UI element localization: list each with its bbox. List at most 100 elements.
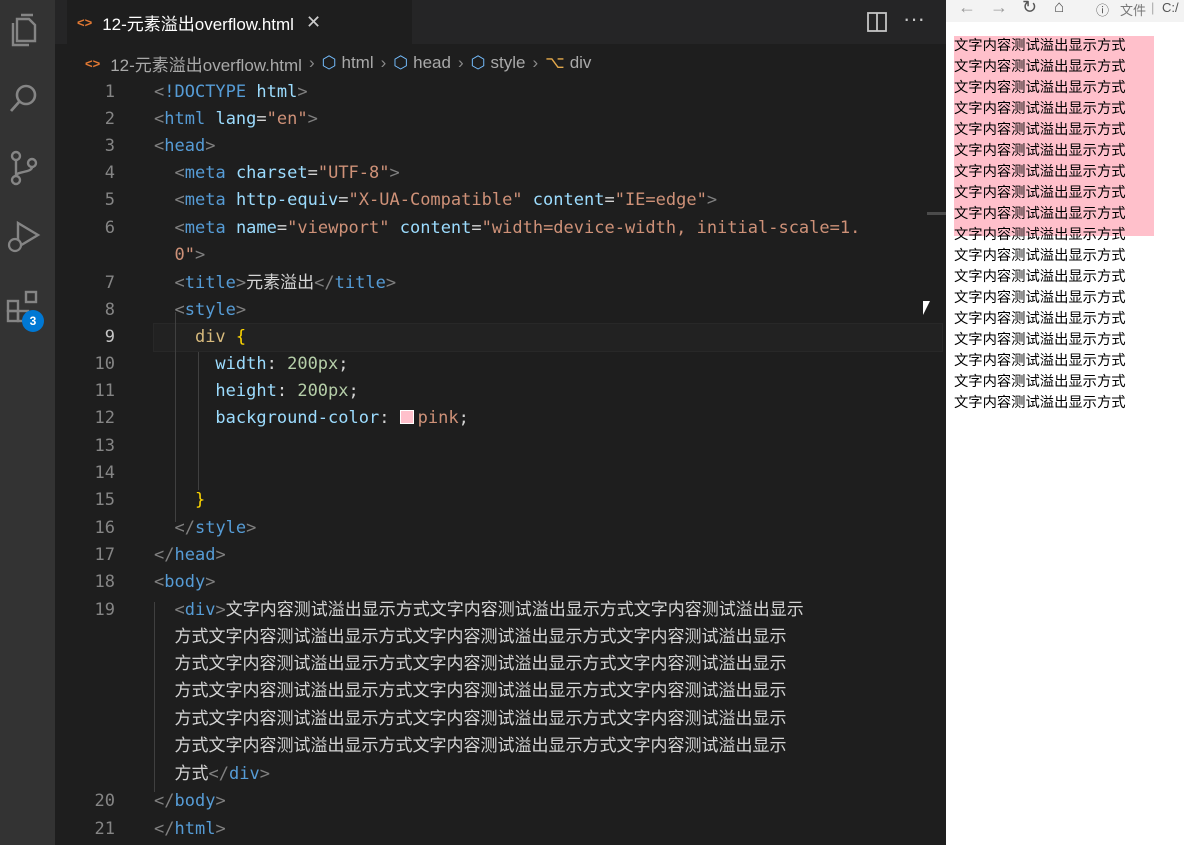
chevron-right-icon: › (308, 53, 315, 72)
element-icon: ⬡ (321, 53, 337, 72)
element-icon: ⬡ (470, 53, 486, 72)
split-editor-icon[interactable] (867, 12, 887, 37)
code-line: <meta name="viewport" content="width=dev… (174, 218, 861, 238)
code-line: <head> (154, 136, 216, 156)
overflow-text-line: 文字内容测试溢出显示方式 (954, 59, 1126, 75)
line-number: 14 (94, 463, 115, 483)
line-number: 16 (94, 518, 115, 538)
explorer-icon[interactable] (4, 10, 44, 50)
overflow-text-line: 文字内容测试溢出显示方式 (954, 101, 1126, 117)
breadcrumb-item-style[interactable]: style (490, 53, 525, 73)
line-number: 13 (94, 436, 115, 456)
line-number: 19 (94, 600, 115, 620)
code-line: <title>元素溢出</title> (174, 273, 397, 293)
overflow-text-line: 文字内容测试溢出显示方式 (954, 206, 1126, 222)
line-number: 3 (104, 136, 115, 156)
more-actions-icon[interactable]: ··· (903, 6, 925, 32)
code-line: 方式文字内容测试溢出显示方式文字内容测试溢出显示方式文字内容测试溢出显示 (174, 709, 787, 729)
chevron-right-icon: › (380, 53, 387, 72)
color-swatch-icon[interactable] (399, 410, 414, 424)
code-line: } (194, 490, 206, 510)
overflow-text-line: 文字内容测试溢出显示方式 (954, 164, 1126, 180)
overflow-text-line: 文字内容测试溢出显示方式 (954, 143, 1126, 159)
line-number: 8 (104, 300, 115, 320)
search-icon[interactable] (4, 78, 44, 118)
run-debug-icon[interactable] (4, 216, 44, 256)
chevron-right-icon: › (457, 53, 464, 72)
overflow-text-line: 文字内容测试溢出显示方式 (954, 227, 1126, 243)
code-line: 方式文字内容测试溢出显示方式文字内容测试溢出显示方式文字内容测试溢出显示 (174, 654, 787, 674)
overflow-text-line: 文字内容测试溢出显示方式 (954, 353, 1126, 369)
code-line: <html lang="en"> (154, 109, 318, 129)
line-number: 11 (94, 381, 115, 401)
line-number: 1 (104, 82, 115, 102)
html-file-icon: <> (85, 55, 101, 71)
overflow-text-line: 文字内容测试溢出显示方式 (954, 290, 1126, 306)
line-number: 7 (104, 273, 115, 293)
pink-div-box: 文字内容测试溢出显示方式 文字内容测试溢出显示方式 文字内容测试溢出显示方式 文… (954, 36, 1154, 411)
code-line: </body> (154, 791, 226, 811)
source-control-icon[interactable] (4, 148, 44, 188)
editor-tab[interactable]: <> 12-元素溢出overflow.html ✕ (67, 0, 412, 44)
selector-icon: ⌥ (545, 53, 565, 72)
line-number: 18 (94, 572, 115, 592)
line-number: 6 (104, 218, 115, 238)
overflow-text-line: 文字内容测试溢出显示方式 (954, 269, 1126, 285)
code-line: </style> (174, 518, 257, 538)
line-number: 9 (104, 327, 115, 347)
chevron-right-icon: › (532, 53, 539, 72)
breadcrumb-item-head[interactable]: head (413, 53, 451, 73)
code-line: <div>文字内容测试溢出显示方式文字内容测试溢出显示方式文字内容测试溢出显示 (174, 600, 804, 620)
code-line: <meta charset="UTF-8"> (174, 163, 400, 183)
line-number: 20 (94, 791, 115, 811)
code-line: <body> (154, 572, 216, 592)
close-icon[interactable]: ✕ (306, 12, 321, 33)
code-line: <!DOCTYPE html> (154, 82, 308, 102)
overflow-text-line: 文字内容测试溢出显示方式 (954, 122, 1126, 138)
info-icon: ⓘ (1096, 3, 1110, 18)
browser-toolbar: ← → ↻ ⌂ ⓘ 文件 | C:/ (946, 0, 1184, 22)
breadcrumb: <> 12-元素溢出overflow.html › ⬡ html › ⬡ hea… (55, 44, 946, 82)
overflow-text-line: 文字内容测试溢出显示方式 (954, 248, 1126, 264)
code-line: 方式</div> (174, 764, 270, 784)
back-icon[interactable]: ← (958, 0, 976, 18)
forward-icon[interactable]: → (990, 0, 1008, 18)
breadcrumb-item-html[interactable]: html (341, 53, 373, 73)
code-line: background-color: pink; (215, 408, 469, 428)
address-path[interactable]: C:/ (1162, 0, 1179, 15)
code-editor[interactable]: 1 <!DOCTYPE html> 2 <html lang="en"> 3 <hea… (55, 82, 946, 845)
overflow-text-line: 文字内容测试溢出显示方式 (954, 332, 1126, 348)
overflow-text-line: 文字内容测试溢出显示方式 (954, 395, 1126, 411)
line-number: 10 (94, 354, 115, 374)
code-line: <meta http-equiv="X-UA-Compatible" conte… (174, 190, 718, 210)
tab-label: 12-元素溢出overflow.html (102, 14, 294, 34)
address-label[interactable]: 文件 (1120, 0, 1146, 19)
line-number: 17 (94, 545, 115, 565)
line-number: 12 (94, 408, 115, 428)
line-number: 2 (104, 109, 115, 129)
activity-bar: 3 (0, 0, 55, 845)
code-line: <style> (174, 300, 247, 320)
home-icon[interactable]: ⌂ (1054, 0, 1064, 17)
code-line: 方式文字内容测试溢出显示方式文字内容测试溢出显示方式文字内容测试溢出显示 (174, 681, 787, 701)
browser-preview: ← → ↻ ⌂ ⓘ 文件 | C:/ 文字内容测试溢出显示方式 文字内容测试溢出… (946, 0, 1184, 845)
breadcrumb-item-file[interactable]: 12-元素溢出overflow.html (110, 51, 302, 76)
address-separator: | (1151, 0, 1155, 15)
extensions-badge: 3 (22, 310, 44, 332)
code-line: </html> (154, 819, 226, 839)
code-line: width: 200px; (215, 354, 349, 374)
code-line: 0"> (174, 245, 206, 265)
code-line: div { (194, 327, 247, 347)
line-number: 4 (104, 163, 115, 183)
line-number: 5 (104, 190, 115, 210)
overflow-text-line: 文字内容测试溢出显示方式 (954, 38, 1126, 54)
scrollbar-marker (927, 212, 946, 215)
tab-bar: <> 12-元素溢出overflow.html ✕ ··· (55, 0, 946, 44)
html-file-icon: <> (77, 14, 93, 30)
breadcrumb-item-div[interactable]: div (570, 53, 592, 73)
overflow-text-line: 文字内容测试溢出显示方式 (954, 185, 1126, 201)
line-number: 15 (94, 490, 115, 510)
reload-icon[interactable]: ↻ (1022, 0, 1037, 18)
code-line: 方式文字内容测试溢出显示方式文字内容测试溢出显示方式文字内容测试溢出显示 (174, 736, 787, 756)
overflow-text-line: 文字内容测试溢出显示方式 (954, 80, 1126, 96)
